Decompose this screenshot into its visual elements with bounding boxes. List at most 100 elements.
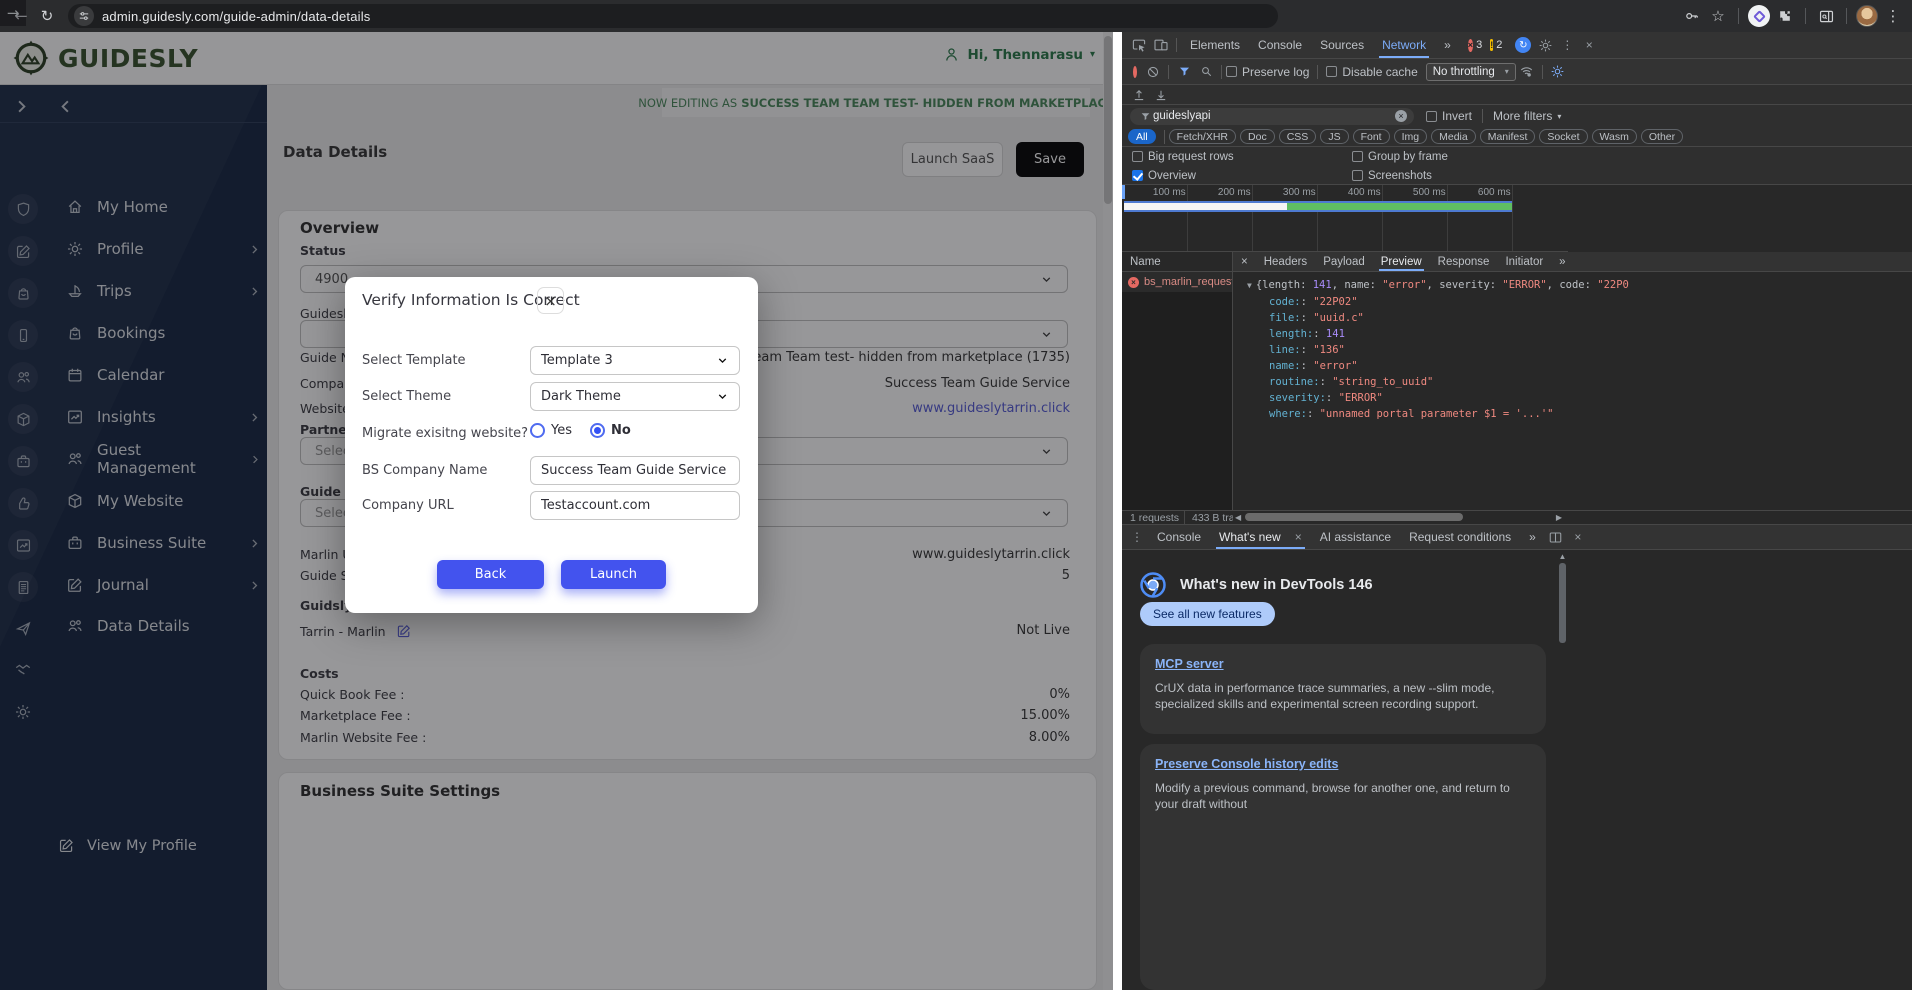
tab-initiator[interactable]: Initiator: [1497, 252, 1551, 271]
big-request-rows-checkbox[interactable]: Big request rows: [1132, 151, 1352, 163]
chip-js[interactable]: JS: [1320, 129, 1348, 144]
group-by-frame-checkbox[interactable]: Group by frame: [1352, 151, 1552, 163]
close-tab-icon[interactable]: ×: [1295, 530, 1302, 544]
drawer-tab-console[interactable]: Console: [1148, 525, 1210, 549]
url-text[interactable]: admin.guidesly.com/guide-admin/data-deta…: [102, 9, 371, 24]
preserve-log-checkbox[interactable]: Preserve log: [1226, 65, 1309, 79]
more-detail-tabs-icon[interactable]: »: [1551, 252, 1573, 271]
drawer-tab-request-conditions[interactable]: Request conditions: [1400, 525, 1520, 549]
scroll-left-icon[interactable]: ◀: [1235, 513, 1241, 522]
inspect-element-icon[interactable]: [1128, 32, 1150, 58]
json-summary-line[interactable]: ▼{length: 141, name: "error", severity: …: [1247, 277, 1912, 294]
drawer-menu-kebab[interactable]: ⋮: [1126, 525, 1148, 549]
devtools-menu-kebab[interactable]: ⋮: [1556, 32, 1578, 58]
split-panel-icon[interactable]: [1545, 525, 1567, 549]
browser-menu-kebab[interactable]: ⋮: [1880, 3, 1906, 29]
chip-css[interactable]: CSS: [1279, 129, 1317, 144]
name-column-header[interactable]: Name: [1122, 252, 1232, 272]
tab-payload[interactable]: Payload: [1315, 252, 1373, 271]
drawer-tab-ai-assistance[interactable]: AI assistance: [1311, 525, 1400, 549]
bookmark-star-icon[interactable]: ☆: [1705, 3, 1731, 29]
scrollbar-thumb[interactable]: [1245, 513, 1463, 521]
request-row[interactable]: × bs_marlin_request: [1122, 272, 1232, 292]
drawer-tab-whats-new[interactable]: What's new×: [1210, 525, 1311, 549]
chip-img[interactable]: Img: [1394, 129, 1428, 144]
disable-cache-checkbox[interactable]: Disable cache: [1326, 65, 1417, 79]
scroll-up-icon[interactable]: ▲: [1558, 552, 1567, 561]
back-button[interactable]: Back: [437, 560, 544, 589]
close-detail-icon[interactable]: ×: [1233, 252, 1256, 271]
network-settings-gear-icon[interactable]: [1547, 59, 1569, 84]
error-badge-icon[interactable]: ×: [1468, 39, 1473, 52]
clear-filter-icon[interactable]: ×: [1395, 110, 1407, 122]
chip-media[interactable]: Media: [1431, 129, 1476, 144]
chip-fetch-xhr[interactable]: Fetch/XHR: [1169, 129, 1236, 144]
invert-checkbox[interactable]: Invert: [1426, 109, 1472, 123]
chip-wasm[interactable]: Wasm: [1592, 129, 1637, 144]
forward-button[interactable]: →: [0, 0, 26, 26]
warning-count[interactable]: 2: [1496, 39, 1502, 51]
screenshots-checkbox[interactable]: Screenshots: [1352, 170, 1552, 182]
tab-elements[interactable]: Elements: [1181, 32, 1249, 58]
preserve-console-history-link[interactable]: Preserve Console history edits: [1155, 757, 1338, 771]
radio-yes[interactable]: Yes: [530, 423, 572, 438]
tab-headers[interactable]: Headers: [1256, 252, 1315, 271]
search-icon[interactable]: [1195, 59, 1217, 84]
import-har-icon[interactable]: [1150, 85, 1172, 104]
chip-other[interactable]: Other: [1641, 129, 1683, 144]
close-drawer-icon[interactable]: ×: [1567, 525, 1589, 549]
radio-no[interactable]: No: [590, 423, 631, 438]
triangle-expanded-icon[interactable]: ▼: [1247, 278, 1252, 294]
drawer-scrollbar-thumb[interactable]: [1559, 563, 1566, 643]
clear-icon[interactable]: [1142, 59, 1164, 84]
network-overview-strip[interactable]: [1124, 201, 1512, 212]
more-filters-button[interactable]: More filters▾: [1493, 109, 1561, 123]
side-panel-search-icon[interactable]: [1813, 3, 1839, 29]
template-select[interactable]: Template 3: [530, 346, 740, 375]
theme-select[interactable]: Dark Theme: [530, 382, 740, 411]
radio-no-circle[interactable]: [590, 423, 605, 438]
close-icon[interactable]: ×: [537, 287, 564, 314]
tab-console[interactable]: Console: [1249, 32, 1311, 58]
error-count[interactable]: 3: [1476, 39, 1482, 51]
launch-button[interactable]: Launch: [561, 560, 666, 589]
devtools-divider[interactable]: [1113, 32, 1122, 990]
devtools-close-icon[interactable]: ×: [1578, 32, 1600, 58]
chip-font[interactable]: Font: [1353, 129, 1390, 144]
drawer-scrollbar[interactable]: ▲: [1558, 552, 1567, 988]
network-conditions-icon[interactable]: [1516, 59, 1538, 84]
tab-response[interactable]: Response: [1430, 252, 1498, 271]
chip-manifest[interactable]: Manifest: [1480, 129, 1536, 144]
scroll-right-icon[interactable]: ▶: [1556, 513, 1562, 522]
company-url-input[interactable]: [530, 491, 740, 520]
tab-network[interactable]: Network: [1373, 32, 1435, 58]
reload-button[interactable]: ↻: [34, 3, 60, 29]
record-icon[interactable]: [1133, 66, 1137, 78]
mcp-server-link[interactable]: MCP server: [1155, 657, 1224, 671]
bs-company-name-input[interactable]: [530, 456, 740, 485]
request-name[interactable]: bs_marlin_request: [1144, 276, 1232, 288]
chip-all[interactable]: All: [1128, 129, 1156, 144]
key-icon[interactable]: [1679, 3, 1705, 29]
chip-doc[interactable]: Doc: [1240, 129, 1275, 144]
filter-input[interactable]: guideslyapi ×: [1130, 108, 1414, 125]
overview-checkbox[interactable]: Overview: [1132, 170, 1352, 182]
profile-avatar[interactable]: [1854, 3, 1880, 29]
warning-badge-icon[interactable]: !: [1490, 39, 1493, 51]
tab-sources[interactable]: Sources: [1311, 32, 1373, 58]
device-toolbar-icon[interactable]: [1150, 32, 1172, 58]
more-drawer-tabs-icon[interactable]: »: [1520, 525, 1545, 549]
tab-preview[interactable]: Preview: [1373, 252, 1430, 271]
more-tabs-icon[interactable]: »: [1435, 32, 1460, 58]
filter-query[interactable]: guideslyapi: [1153, 110, 1211, 122]
chip-socket[interactable]: Socket: [1539, 129, 1587, 144]
horizontal-scrollbar[interactable]: ◀ ▶: [1235, 511, 1562, 523]
see-all-features-button[interactable]: See all new features: [1140, 602, 1275, 626]
devtools-extension-icon[interactable]: ↻: [1512, 32, 1534, 58]
address-bar[interactable]: admin.guidesly.com/guide-admin/data-deta…: [68, 4, 1278, 28]
export-har-icon[interactable]: [1128, 85, 1150, 104]
settings-gear-icon[interactable]: [1534, 32, 1556, 58]
extension-badge-icon[interactable]: [1746, 3, 1772, 29]
site-info-icon[interactable]: [74, 6, 94, 26]
radio-yes-circle[interactable]: [530, 423, 545, 438]
